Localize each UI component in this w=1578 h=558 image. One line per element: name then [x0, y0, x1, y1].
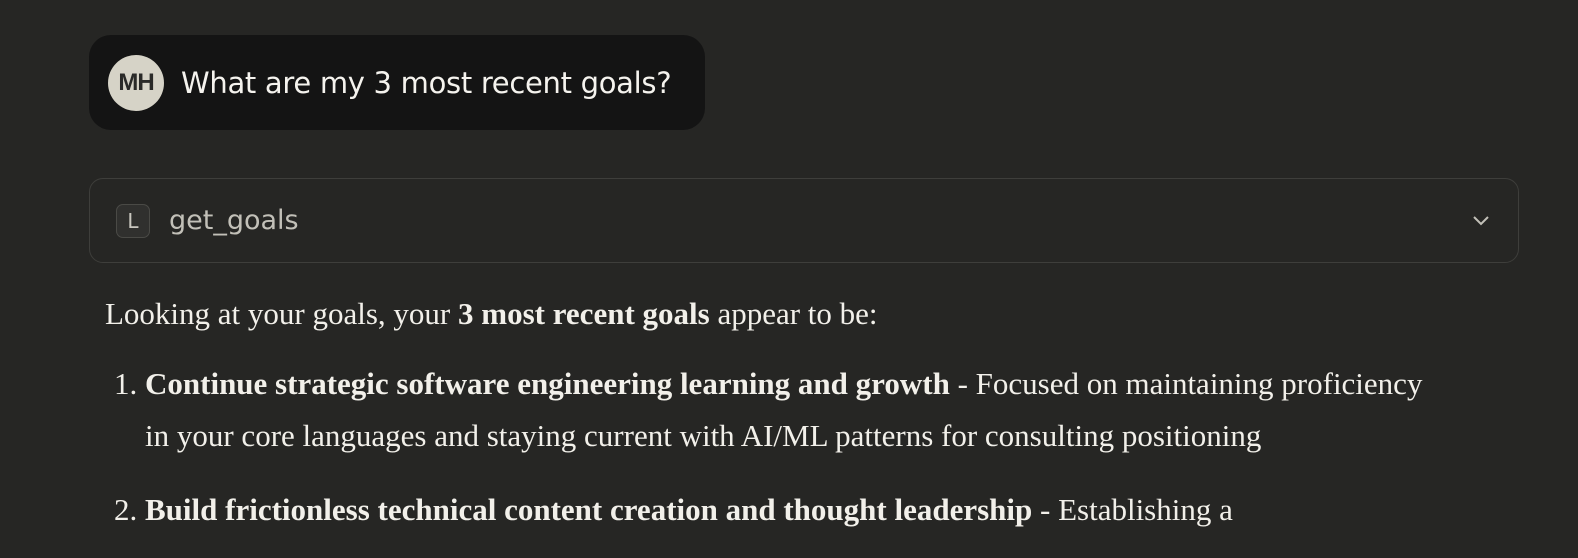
- response-intro: Looking at your goals, your 3 most recen…: [105, 290, 1435, 338]
- goal-item: Continue strategic software engineering …: [145, 358, 1435, 462]
- intro-suffix: appear to be:: [709, 296, 878, 331]
- tool-call-toggle[interactable]: L get_goals: [89, 178, 1519, 263]
- tool-letter-icon: L: [116, 203, 150, 238]
- intro-text: Looking at your goals, your: [105, 296, 459, 331]
- goal-title: Continue strategic software engineering …: [145, 366, 950, 401]
- intro-bold: 3 most recent goals: [458, 296, 710, 331]
- user-message-text: What are my 3 most recent goals?: [181, 65, 672, 100]
- user-message: MH What are my 3 most recent goals?: [89, 35, 705, 130]
- avatar: MH: [108, 54, 164, 111]
- goals-list: Continue strategic software engineering …: [105, 358, 1435, 536]
- goal-description: - Establishing a: [1032, 492, 1233, 527]
- tool-name: get_goals: [169, 205, 299, 236]
- chevron-down-icon[interactable]: [1470, 209, 1492, 231]
- goal-item: Build frictionless technical content cre…: [145, 484, 1435, 536]
- goal-title: Build frictionless technical content cre…: [145, 492, 1033, 527]
- assistant-response: Looking at your goals, your 3 most recen…: [105, 290, 1435, 558]
